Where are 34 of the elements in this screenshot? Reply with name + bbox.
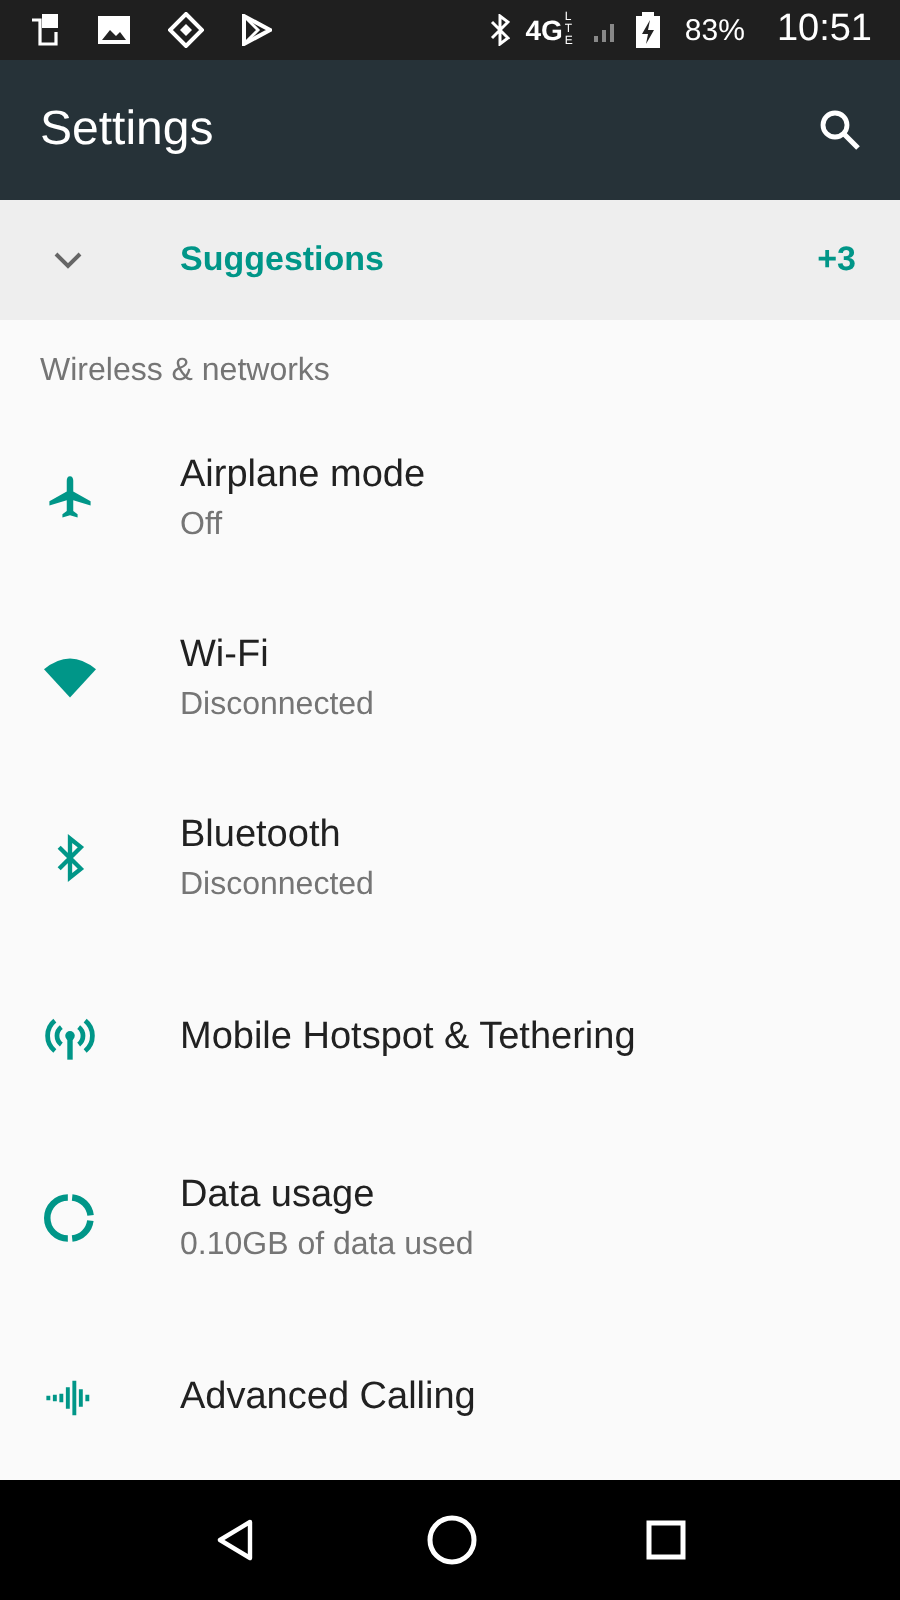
item-title: Airplane mode — [180, 453, 426, 497]
settings-item[interactable]: Advanced Calling — [0, 1308, 900, 1480]
settings-item[interactable]: Bluetooth Disconnected — [0, 768, 900, 948]
item-summary: Disconnected — [180, 687, 374, 723]
clock: 10:51 — [776, 8, 872, 52]
diamond-icon — [168, 12, 204, 48]
settings-item[interactable]: Airplane mode Off — [0, 408, 900, 588]
suggestions-count: +3 — [817, 240, 856, 280]
battery-charging-icon — [636, 12, 661, 48]
donut-icon — [44, 1192, 96, 1244]
settings-item[interactable]: Wi-Fi Disconnected — [0, 588, 900, 768]
item-summary: 0.10GB of data used — [180, 1227, 474, 1263]
item-title: Data usage — [180, 1173, 377, 1217]
play-store-icon — [240, 14, 272, 46]
recents-icon[interactable] — [646, 1520, 686, 1560]
suggestions-label: Suggestions — [180, 240, 387, 280]
item-title: Bluetooth — [180, 813, 343, 857]
search-icon[interactable] — [816, 106, 864, 154]
settings-item[interactable]: Data usage 0.10GB of data used — [0, 1128, 900, 1308]
item-summary: Off — [180, 507, 225, 543]
back-icon[interactable] — [214, 1518, 258, 1562]
item-title: Advanced Calling — [180, 1376, 476, 1420]
section-header: Wireless & networks — [38, 352, 332, 392]
bluetooth-icon — [489, 14, 510, 46]
home-icon[interactable] — [426, 1514, 478, 1566]
item-title: Wi-Fi — [180, 633, 271, 677]
screen-title: Settings — [40, 102, 214, 158]
image-icon — [96, 14, 132, 46]
settings-item[interactable]: Mobile Hotspot & Tethering — [0, 948, 900, 1128]
sim-icon — [28, 12, 60, 48]
item-title: Mobile Hotspot & Tethering — [180, 1016, 636, 1060]
item-summary: Disconnected — [180, 867, 374, 903]
battery-percentage: 83% — [684, 13, 745, 47]
network-type: 4G — [525, 14, 563, 46]
